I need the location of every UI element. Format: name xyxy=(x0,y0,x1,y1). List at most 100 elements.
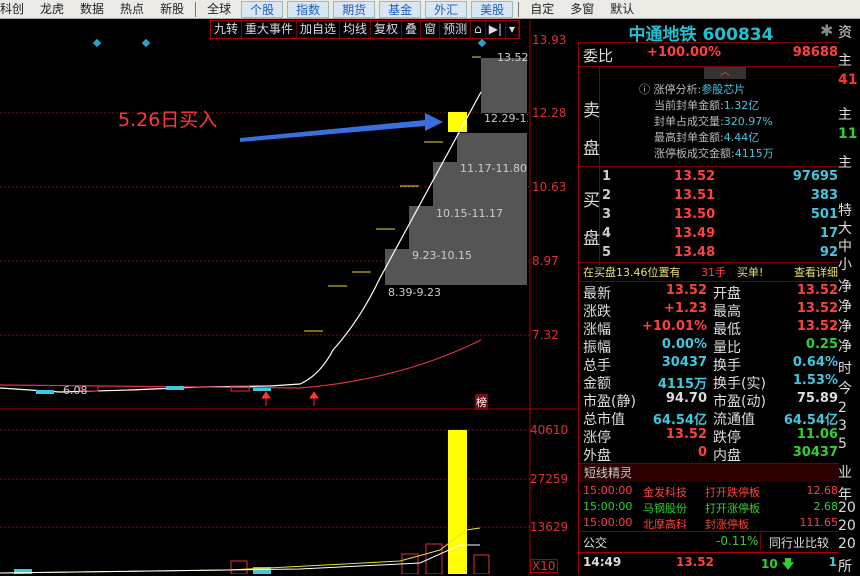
top-menu-bar: 科创 龙虎 数据 热点 新股 全球 个股 指数 期货 基金 外汇 美股 自定 多… xyxy=(0,0,860,19)
tab-us[interactable]: 美股 xyxy=(471,0,514,18)
analysis-concept[interactable]: 参股芯片 xyxy=(701,83,745,96)
tab-forex[interactable]: 外汇 xyxy=(425,0,468,18)
collapse-button[interactable]: ︿ xyxy=(704,67,746,79)
shortline-title[interactable]: 短线精灵 xyxy=(579,464,839,482)
quote-label: 最新 xyxy=(583,286,611,302)
down-arrow-icon: 🡇 xyxy=(781,557,795,571)
low-price-label: 6.08 xyxy=(63,384,88,397)
quote-label: 涨停 xyxy=(583,430,611,446)
chip-label: 10.15-11.17 xyxy=(436,207,503,220)
volume-bars xyxy=(0,430,490,574)
quote-value: +10.01% xyxy=(641,319,707,334)
bid-row[interactable]: 4 13.49 17 xyxy=(579,226,839,244)
quote-value: 0.25 xyxy=(805,337,838,352)
quote-label: 量比 xyxy=(713,340,741,356)
weibi-row: 委比 +100.00% 98688 xyxy=(579,45,839,65)
bid-row[interactable]: 5 13.48 92 xyxy=(579,245,839,263)
sector-name[interactable]: 公交 xyxy=(583,534,607,551)
sell-label: 卖盘 xyxy=(583,101,600,159)
bid-price: 13.49 xyxy=(674,226,716,241)
menu-multiwindow[interactable]: 多窗 xyxy=(562,0,602,19)
quote-value: 0 xyxy=(697,445,707,460)
quote-row: 最新 13.52 开盘 13.52 xyxy=(579,283,839,302)
tick-row: 14:49 13.52 10 🡇 1 xyxy=(583,555,837,571)
side-label: 41 xyxy=(838,72,858,88)
menu-global[interactable]: 全球 xyxy=(199,0,239,19)
quote-label: 涨幅 xyxy=(583,322,611,338)
tab-stock[interactable]: 个股 xyxy=(241,0,284,18)
weibi-label: 委比 xyxy=(583,47,614,65)
up-arrow-icon xyxy=(309,391,319,406)
side-label: 所 xyxy=(838,559,852,575)
weicha-value: 98688 xyxy=(792,45,838,60)
quote-label: 总手 xyxy=(583,358,611,374)
menu-custom[interactable]: 自定 xyxy=(522,0,562,19)
side-label: 主 xyxy=(838,53,852,69)
quote-label: 涨跌 xyxy=(583,304,611,320)
up-arrow-icon xyxy=(261,391,271,406)
quote-row: 市盈(静) 94.70 市盈(动) 75.89 xyxy=(579,391,839,410)
gear-icon[interactable]: ✱ xyxy=(820,21,833,40)
side-label: 业 xyxy=(838,465,852,481)
order-notice: 在买盘13.46位置有 31手 买单! 查看详细 xyxy=(583,264,838,280)
quote-label: 跌停 xyxy=(713,430,741,446)
kline-chart[interactable] xyxy=(0,20,578,574)
tab-fund[interactable]: 基金 xyxy=(379,0,422,18)
side-label: 中 xyxy=(838,239,852,255)
tab-futures[interactable]: 期货 xyxy=(333,0,376,18)
menu-longhu[interactable]: 龙虎 xyxy=(32,0,72,19)
side-label: 20 xyxy=(838,536,856,552)
quote-label: 总市值 xyxy=(583,412,625,428)
quote-label: 换手 xyxy=(713,358,741,374)
menu-hot[interactable]: 热点 xyxy=(112,0,152,19)
chip-label: 11.17-11.80 xyxy=(460,162,527,175)
quote-label: 最低 xyxy=(713,322,741,338)
quote-label: 内盘 xyxy=(713,448,741,464)
high-price-label: 13.52 xyxy=(497,51,529,64)
sector-change: -0.11% xyxy=(716,534,759,548)
menu-default[interactable]: 默认 xyxy=(602,0,642,19)
quote-value: 1.53% xyxy=(792,373,838,388)
quote-value: 4115万 xyxy=(657,377,707,392)
side-label: 20 xyxy=(838,518,856,534)
bid-row[interactable]: 3 13.50 501 xyxy=(579,207,839,225)
quote-value: 30437 xyxy=(792,445,838,460)
industry-compare-button[interactable]: 同行业比较 xyxy=(760,534,829,551)
side-label: 小 xyxy=(838,257,852,273)
side-label: 净 xyxy=(838,279,852,295)
volume-axis-label: 13629 xyxy=(530,520,569,534)
bid-volume: 92 xyxy=(819,245,838,260)
quote-value: 64.54亿 xyxy=(783,413,838,428)
side-label: 净 xyxy=(838,299,852,315)
price-axis-label: 7.32 xyxy=(532,328,559,342)
stock-title: 中通地铁 600834 xyxy=(586,20,816,45)
bid-volume: 17 xyxy=(819,226,838,241)
quote-label: 最高 xyxy=(713,304,741,320)
quote-row: 涨幅 +10.01% 最低 13.52 xyxy=(579,319,839,338)
side-label: 主 xyxy=(838,107,852,123)
quote-row: 涨停 13.52 跌停 11.06 xyxy=(579,427,839,446)
bid-level: 4 xyxy=(602,226,612,241)
menu-kechuang[interactable]: 科创 xyxy=(0,0,32,19)
bid-volume: 383 xyxy=(810,188,838,203)
menu-newstock[interactable]: 新股 xyxy=(152,0,192,19)
quote-panel: 委比 +100.00% 98688 卖盘 ︿ ⓘ 涨停分析:参股芯片 当前封单金… xyxy=(578,42,839,574)
view-details-link[interactable]: 查看详细 xyxy=(794,264,838,280)
price-axis-label: 8.97 xyxy=(532,254,559,268)
quote-value: 0.64% xyxy=(792,355,838,370)
tab-index[interactable]: 指数 xyxy=(287,0,330,18)
sector-row: 公交 -0.11% 同行业比较 xyxy=(579,534,839,552)
side-label: 特 xyxy=(838,203,852,219)
side-label: 20 xyxy=(838,500,856,516)
bid-price: 13.52 xyxy=(674,169,716,184)
ranking-badge[interactable]: 榜 xyxy=(475,394,488,410)
volume-axis-label: 40610 xyxy=(530,423,569,437)
arrow-pointer xyxy=(240,113,443,142)
bid-row[interactable]: 1 13.52 97695 xyxy=(579,169,839,187)
side-label: 资 xyxy=(838,25,852,41)
buy-annotation: 5.26日买入 xyxy=(118,109,218,131)
side-label: 5 xyxy=(838,436,847,452)
bid-row[interactable]: 2 13.51 383 xyxy=(579,188,839,206)
side-label: 11 xyxy=(838,126,858,142)
menu-data[interactable]: 数据 xyxy=(72,0,112,19)
